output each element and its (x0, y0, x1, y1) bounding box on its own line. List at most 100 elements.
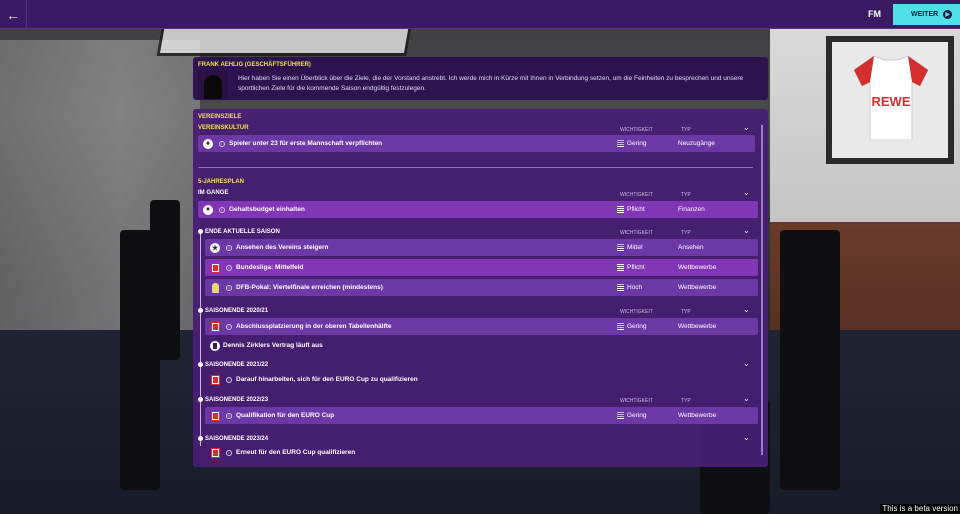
goal-type: Wettbewerbe (678, 412, 717, 419)
goal-type: Ansehen (678, 244, 704, 251)
info-icon[interactable]: i (226, 376, 232, 383)
back-button[interactable]: ← (0, 0, 27, 29)
goal-label: Gehaltsbudget einhalten (229, 206, 305, 213)
club-goals-panel: VEREINSZIELE VEREINSKULTUR WICHTIGKEIT T… (193, 109, 768, 467)
jersey-sponsor: REWE (872, 94, 911, 109)
top-bar: ← FM WEITER ▶ (0, 0, 960, 29)
timeline (200, 231, 201, 446)
goal-type: Wettbewerbe (678, 284, 717, 291)
subsection-title-current-season: ENDE AKTUELLE SAISON (205, 229, 280, 235)
timeline-dot (198, 362, 203, 367)
chevron-down-icon[interactable]: ⌄ (743, 394, 750, 403)
section-title-club-culture: VEREINSKULTUR (198, 125, 249, 131)
message-sender: FRANK AEHLIG (GESCHÄFTSFÜHRER) (198, 62, 311, 68)
board-message: FRANK AEHLIG (GESCHÄFTSFÜHRER) Hier habe… (193, 57, 768, 100)
goal-row[interactable]: i DFB-Pokal: Viertelfinale erreichen (mi… (205, 279, 758, 296)
continue-label: WEITER (911, 11, 939, 18)
info-icon[interactable]: i (219, 206, 225, 213)
arrow-left-icon: ← (6, 6, 20, 23)
chevron-down-icon[interactable]: ⌄ (743, 433, 750, 442)
jersey-icon: REWE (854, 56, 928, 140)
background-chair (780, 230, 840, 490)
timeline-dot (198, 436, 203, 441)
bundesliga-icon (210, 262, 220, 273)
column-header-importance: WICHTIGKEIT (620, 230, 653, 236)
info-icon[interactable]: i (226, 284, 232, 291)
goal-row[interactable]: Dennis Zirklers Vertrag läuft aus (205, 337, 758, 354)
importance-text: Gering (627, 140, 647, 147)
bundesliga-icon (210, 410, 220, 421)
background-chair (150, 200, 180, 360)
subsection-title-season-2020-21: SAISONENDE 2020/21 (205, 308, 269, 314)
importance: Hoch (617, 284, 642, 291)
importance-icon (617, 206, 624, 213)
column-header-type: TYP (681, 398, 691, 404)
subsection-title-season-2023-24: SAISONENDE 2023/24 (205, 436, 269, 442)
column-header-type: TYP (681, 230, 691, 236)
subsection-title-season-2022-23: SAISONENDE 2022/23 (205, 397, 269, 403)
person-silhouette-icon (204, 75, 222, 99)
goal-label: Spieler unter 23 für erste Mannschaft ve… (229, 140, 383, 147)
goal-row[interactable]: i Abschlussplatzierung in der oberen Tab… (205, 318, 758, 335)
goal-row[interactable]: ● i Spieler unter 23 für erste Mannschaf… (198, 135, 755, 152)
timeline-dot (198, 397, 203, 402)
info-icon[interactable]: i (226, 449, 232, 456)
importance-text: Pflicht (627, 206, 645, 213)
importance-text: Pflicht (627, 264, 645, 271)
importance-text: Gering (627, 412, 647, 419)
goal-row[interactable]: i Bundesliga: Mittelfeld Pflicht Wettbew… (205, 259, 758, 276)
chevron-right-icon: ▶ (943, 10, 953, 19)
goal-type: Neuzugänge (678, 140, 715, 147)
importance-icon (617, 323, 624, 330)
info-icon[interactable]: i (219, 140, 225, 147)
subsection-title-season-2021-22: SAISONENDE 2021/22 (205, 362, 269, 368)
scrollbar[interactable] (761, 125, 763, 455)
goal-type: Wettbewerbe (678, 264, 717, 271)
goal-row[interactable]: i Darauf hinarbeiten, sich für den EURO … (205, 371, 758, 388)
info-icon[interactable]: i (226, 264, 232, 271)
importance-icon (617, 140, 624, 147)
chevron-down-icon[interactable]: ⌄ (743, 359, 750, 368)
chevron-down-icon[interactable]: ⌄ (743, 188, 750, 197)
importance-text: Gering (627, 323, 647, 330)
goal-label: Abschlussplatzierung in der oberen Tabel… (236, 323, 392, 330)
message-line: sportlichen Ziele für die kommende Saiso… (238, 85, 426, 92)
importance-text: Hoch (627, 284, 643, 291)
column-header-importance: WICHTIGKEIT (620, 192, 653, 198)
goal-row[interactable]: i Erneut für den EURO Cup qualifizieren (205, 444, 758, 461)
goal-label: Erneut für den EURO Cup qualifizieren (236, 449, 356, 456)
bundesliga-icon (210, 374, 220, 385)
finance-icon: ● (203, 204, 213, 215)
goal-label: Qualifikation für den EURO Cup (236, 412, 335, 419)
message-line: Hier haben Sie einen Überblick über die … (238, 75, 744, 82)
goal-row[interactable]: i Qualifikation für den EURO Cup Gering … (205, 407, 758, 424)
bundesliga-icon (210, 321, 220, 332)
chevron-down-icon[interactable]: ⌄ (743, 226, 750, 235)
section-title-five-year-plan: 5-JAHRESPLAN (198, 179, 245, 185)
continue-button[interactable]: WEITER ▶ (893, 4, 960, 25)
section-title-club-goals: VEREINSZIELE (198, 114, 242, 120)
divider (198, 167, 753, 168)
importance: Pflicht (617, 264, 645, 271)
importance: Gering (617, 140, 647, 147)
timeline-dot (198, 229, 203, 234)
framed-jersey: REWE (826, 36, 954, 164)
goal-row[interactable]: ● i Gehaltsbudget einhalten Pflicht Fina… (198, 201, 758, 218)
info-icon[interactable]: i (226, 412, 232, 419)
chevron-down-icon[interactable]: ⌄ (743, 123, 750, 132)
chevron-down-icon[interactable]: ⌄ (743, 305, 750, 314)
column-header-importance: WICHTIGKEIT (620, 127, 653, 133)
contract-icon (210, 340, 220, 351)
goal-row[interactable]: ★ i Ansehen des Vereins steigern Mittel … (205, 239, 758, 256)
importance-text: Mittel (627, 244, 643, 251)
dfb-pokal-icon (211, 282, 219, 293)
importance: Gering (617, 323, 647, 330)
column-header-type: TYP (681, 192, 691, 198)
info-icon[interactable]: i (226, 323, 232, 330)
column-header-type: TYP (681, 309, 691, 315)
importance-icon (617, 412, 624, 419)
reputation-icon: ★ (210, 242, 220, 253)
fm-logo: FM (868, 9, 881, 19)
info-icon[interactable]: i (226, 244, 232, 251)
beta-notice: This is a beta version (880, 504, 960, 513)
